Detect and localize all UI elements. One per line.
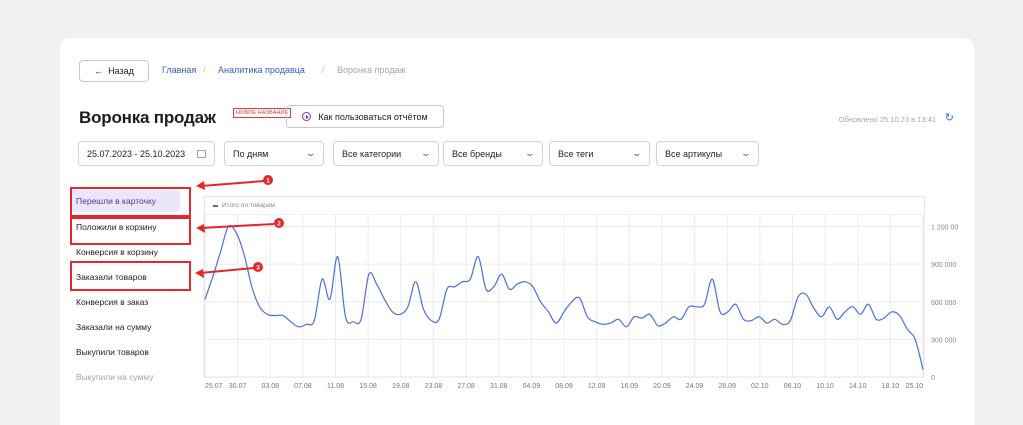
arrow-head-icon xyxy=(195,269,204,278)
highlight-box xyxy=(70,217,191,245)
highlight-box xyxy=(70,187,191,217)
annotation-layer: 1 2 3 xyxy=(70,175,284,291)
highlight-box xyxy=(70,261,191,291)
annotation-arrow xyxy=(200,180,265,187)
annotation-arrow xyxy=(199,267,255,274)
arrow-head-icon xyxy=(196,224,205,233)
arrow-head-icon xyxy=(196,181,205,190)
annotation-number: 1 xyxy=(266,178,270,185)
annotation-number: 2 xyxy=(277,221,281,228)
annotation-number: 3 xyxy=(256,265,260,272)
annotation-arrow xyxy=(200,223,275,229)
